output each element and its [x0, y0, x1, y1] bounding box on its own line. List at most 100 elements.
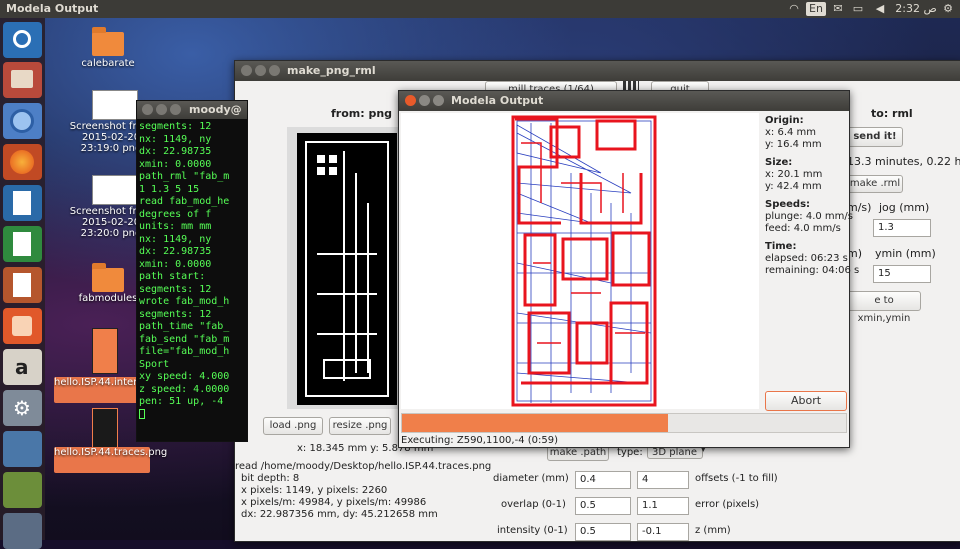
terminal-line: wrote fab_mod_h [139, 296, 230, 307]
firefox-icon[interactable] [3, 144, 42, 180]
terminal-line: pen: 51 up, -4 [139, 396, 224, 407]
jog-label: jog (mm) [879, 201, 930, 214]
size-x: x: 20.1 mm [765, 169, 823, 180]
info-line: bit depth: 8 [241, 473, 300, 484]
window-titlebar[interactable]: make_png_rml [235, 61, 960, 81]
power-gear-icon[interactable]: ⚙ [940, 0, 956, 18]
stacked-app-icon[interactable] [3, 472, 42, 508]
offsets-field[interactable]: 4 [637, 471, 689, 489]
terminal-title: moody@ [189, 103, 242, 116]
minimize-icon[interactable] [255, 65, 266, 76]
from-label: from: png [331, 107, 393, 120]
size-y: y: 42.4 mm [765, 181, 822, 192]
wifi-icon[interactable]: ◠ [786, 0, 802, 18]
plunge-speed: plunge: 4.0 mm/s [765, 211, 853, 222]
close-icon[interactable] [405, 95, 416, 106]
info-line: read /home/moody/Desktop/hello.ISP.44.tr… [235, 461, 492, 472]
trash-icon[interactable] [3, 513, 42, 549]
origin-x: x: 6.4 mm [765, 127, 817, 138]
ubuntu-dash-icon[interactable] [3, 22, 42, 58]
terminal-line: dx: 22.98735 [139, 146, 212, 157]
terminal-line: degrees of f [139, 208, 212, 220]
calc-icon[interactable] [3, 226, 42, 262]
ymin-field[interactable]: 15 [873, 265, 931, 283]
terminal-output[interactable]: segments: 12 nx: 1149, ny dx: 22.98735 x… [137, 119, 247, 441]
amazon-icon[interactable]: a [3, 349, 42, 385]
desktop-icon-label-selected[interactable]: hello.ISP.44.traces.png [54, 447, 167, 473]
maximize-icon[interactable] [269, 65, 280, 76]
terminal-line: z speed: 4.0000 [139, 383, 230, 395]
to-label: to: rml [871, 107, 913, 120]
maximize-icon[interactable] [433, 95, 444, 106]
folder-icon[interactable] [92, 27, 124, 56]
keyboard-layout-indicator[interactable]: En [806, 2, 826, 16]
abort-button[interactable]: Abort [765, 391, 847, 411]
terminal-line: 1 1.3 5 15 [139, 183, 200, 195]
make-rml-button[interactable]: make .rml [847, 175, 903, 193]
move-to-xmin-ymin-button[interactable]: e to xmin,ymin [847, 291, 921, 324]
files-icon[interactable] [3, 62, 42, 98]
info-line: x pixels: 1149, y pixels: 2260 [241, 485, 388, 496]
screenshot-thumbnail-icon[interactable] [92, 175, 138, 205]
terminal-cursor [139, 408, 145, 419]
mail-icon[interactable]: ✉ [830, 0, 846, 18]
intensity-field[interactable]: 0.5 [575, 523, 631, 541]
diameter-field[interactable]: 0.4 [575, 471, 631, 489]
ymin-label: ymin (mm) [875, 247, 936, 260]
load-png-button[interactable]: load .png [263, 417, 323, 435]
chromium-icon[interactable] [3, 103, 42, 139]
writer-icon[interactable] [3, 185, 42, 221]
maximize-icon[interactable] [170, 104, 181, 115]
feed-speed: feed: 4.0 mm/s [765, 223, 841, 234]
png-file-icon[interactable] [92, 328, 118, 374]
window-title: Modela Output [451, 94, 544, 107]
error-field[interactable]: 1.1 [637, 497, 689, 515]
launcher: a ⚙ [0, 18, 45, 549]
terminal-line: xmin: 0.0000 [139, 258, 212, 270]
terminal-line: path_rml "fab_m [139, 171, 230, 182]
offsets-label: offsets (-1 to fill) [695, 473, 778, 484]
workspace-switcher-icon[interactable] [3, 431, 42, 467]
time-estimate: 13.3 minutes, 0.22 hours [847, 155, 960, 168]
terminal-line: xy speed: 4.000 [139, 371, 230, 382]
toolpath-drawing [511, 115, 657, 407]
software-center-icon[interactable] [3, 308, 42, 344]
progress-bar [401, 413, 847, 433]
send-it-button[interactable]: send it! [847, 127, 903, 147]
window-titlebar[interactable]: Modela Output [399, 91, 849, 111]
volume-icon[interactable]: ◀ [872, 0, 888, 18]
pcb-traces-image [297, 133, 397, 405]
resize-png-button[interactable]: resize .png [329, 417, 391, 435]
z-depth-label: z (mm) [695, 525, 731, 536]
jog-field[interactable]: 1.3 [873, 219, 931, 237]
z-depth-field[interactable]: -0.1 [637, 523, 689, 541]
desktop-icon-label[interactable]: calebarate [58, 58, 158, 69]
remaining-time: remaining: 04:06 s [765, 265, 860, 276]
clock[interactable]: 2:32 ص [894, 0, 938, 18]
close-icon[interactable] [241, 65, 252, 76]
close-icon[interactable] [142, 104, 153, 115]
window-title: make_png_rml [287, 64, 376, 77]
overlap-field[interactable]: 0.5 [575, 497, 631, 515]
diameter-label: diameter (mm) [493, 473, 569, 484]
screenshot-thumbnail-icon[interactable] [92, 90, 138, 120]
terminal-line: nx: 1149, ny [139, 133, 212, 145]
impress-icon[interactable] [3, 267, 42, 303]
size-label: Size: [765, 157, 793, 168]
battery-icon[interactable]: ▭ [850, 0, 866, 18]
system-settings-icon[interactable]: ⚙ [3, 390, 42, 426]
speeds-label: Speeds: [765, 199, 811, 210]
info-line: x pixels/m: 49984, y pixels/m: 49986 [241, 497, 427, 508]
png-file-icon[interactable] [92, 408, 118, 448]
terminal-titlebar[interactable]: moody@ [137, 101, 247, 119]
type-label: type: [617, 447, 643, 458]
elapsed-time: elapsed: 06:23 s [765, 253, 848, 264]
minimize-icon[interactable] [419, 95, 430, 106]
folder-icon[interactable] [92, 263, 124, 292]
minimize-icon[interactable] [156, 104, 167, 115]
terminal-line: read fab_mod_he [139, 196, 230, 207]
type-dropdown-value: 3D plane [652, 447, 697, 458]
overlap-label: overlap (0-1) [501, 499, 566, 510]
modela-output-window: Modela Output Origin: x: 6.4 mm y: 16.4 … [398, 90, 859, 448]
active-window-title: Modela Output [6, 2, 99, 15]
